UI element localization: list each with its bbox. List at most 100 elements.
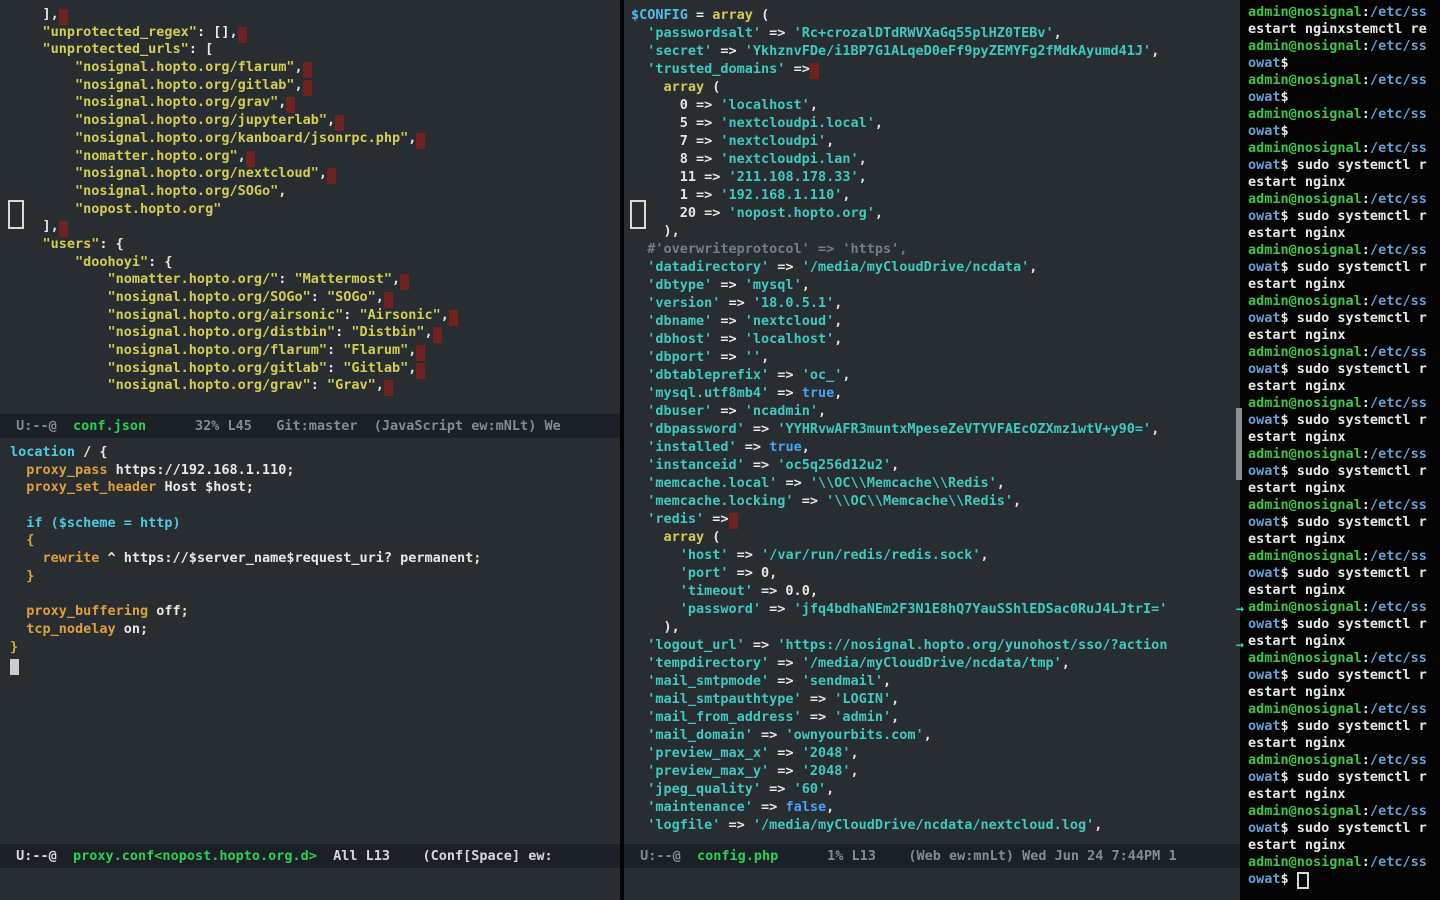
code-line: 'preview_max_y' => '2048', <box>631 762 1247 780</box>
code-line: } <box>10 639 630 657</box>
code-segment: true <box>802 385 835 401</box>
code-line: "nosignal.hopto.org/SOGo", <box>10 183 630 201</box>
code-segment: , <box>408 360 416 376</box>
code-segment: owat <box>1248 616 1281 632</box>
code-segment: : <box>1362 752 1370 768</box>
code-segment: owat <box>1248 463 1281 479</box>
code-segment: : <box>1362 38 1370 54</box>
window-proxy-conf[interactable]: location / { proxy_pass https://192.168.… <box>0 444 630 842</box>
code-segment: , <box>850 763 858 779</box>
code-segment: "nosignal.hopto.org/SOGo" <box>10 183 278 199</box>
code-segment: '211.108.178.33' <box>729 169 859 185</box>
trailing-whitespace-marker <box>327 168 336 184</box>
terminal-scrollbar[interactable] <box>1236 408 1242 480</box>
trailing-whitespace-marker <box>449 310 458 326</box>
code-line: owat$ sudo systemctl r <box>1248 157 1440 174</box>
code-line: 'preview_max_x' => '2048', <box>631 744 1247 762</box>
code-segment: "Airsonic" <box>360 307 441 323</box>
modeline-buffer-name[interactable]: proxy.conf<nopost.hopto.org.d> <box>73 848 317 864</box>
modeline-conf-json[interactable]: U:--@ conf.json 32% L45 Git:master (Java… <box>0 414 620 438</box>
code-line: array ( <box>631 528 1247 546</box>
code-segment: admin@nosignal <box>1248 344 1362 360</box>
code-line: admin@nosignal:/etc/ss <box>1248 599 1440 616</box>
terminal-scrollback[interactable]: admin@nosignal:/etc/ssestart nginxstemct… <box>1244 4 1440 896</box>
emacs-left-pane[interactable]: ], "unprotected_regex": [], "unprotected… <box>0 0 620 900</box>
modeline-proxy-conf[interactable]: U:--@ proxy.conf<nopost.hopto.org.d> All… <box>0 844 620 868</box>
code-segment: $ sudo systemctl r <box>1281 718 1427 734</box>
missing-glyph-box-left <box>8 200 24 229</box>
code-segment: : <box>327 342 343 358</box>
code-segment: : <box>1362 191 1370 207</box>
code-line: "nosignal.hopto.org/kanboard/jsonrpc.php… <box>10 130 630 148</box>
code-segment: 'oc_' <box>802 367 843 383</box>
code-segment: /etc/ss <box>1370 854 1427 870</box>
code-line: admin@nosignal:/etc/ss <box>1248 293 1440 310</box>
code-segment: , <box>834 331 842 347</box>
code-segment: "nosignal.hopto.org/grav" <box>10 94 278 110</box>
code-line: "nosignal.hopto.org/flarum": "Flarum", <box>10 342 630 360</box>
code-line: owat$ sudo systemctl r <box>1248 565 1440 582</box>
code-segment: 'dbtype' <box>631 277 712 293</box>
code-segment: , <box>441 307 449 323</box>
window-config-php[interactable]: $CONFIG = array ( 'passwordsalt' => 'Rc+… <box>624 6 1247 844</box>
code-line: admin@nosignal:/etc/ss <box>1248 4 1440 21</box>
code-line: 'redis' => <box>631 510 1247 528</box>
code-segment: $ sudo systemctl r <box>1281 514 1427 530</box>
trailing-whitespace-marker <box>416 133 425 149</box>
code-segment: => <box>712 349 745 365</box>
trailing-whitespace-marker <box>238 27 247 43</box>
modeline-config-php[interactable]: U:--@ config.php 1% L13 (Web ew:mnLt) We… <box>624 844 1240 868</box>
code-line: 'dbhost' => 'localhost', <box>631 330 1247 348</box>
code-line: 'dbuser' => 'ncadmin', <box>631 402 1247 420</box>
code-segment: owat <box>1248 565 1281 581</box>
code-line: 'installed' => true, <box>631 438 1247 456</box>
code-line: #'overwriteprotocol' => 'https', <box>631 240 1247 258</box>
code-segment: estart nginx <box>1248 174 1346 190</box>
code-line: "nosignal.hopto.org/grav": "Grav", <box>10 377 630 395</box>
code-line: 'tempdirectory' => '/media/myCloudDrive/… <box>631 654 1247 672</box>
code-segment: : <box>311 377 327 393</box>
modeline-buffer-name[interactable]: config.php <box>697 848 778 864</box>
code-segment: 'timeout' <box>631 583 753 599</box>
terminal-pane[interactable]: admin@nosignal:/etc/ssestart nginxstemct… <box>1244 0 1440 900</box>
code-segment: => <box>704 511 728 527</box>
code-segment: : <box>1362 140 1370 156</box>
code-segment: admin@nosignal <box>1248 854 1362 870</box>
code-line: "nomatter.hopto.org/": "Mattermost", <box>10 271 630 289</box>
code-line: 'dbpassword' => 'YYHRvwAFR3muntxMpeseZeV… <box>631 420 1247 438</box>
code-line: 'timeout' => 0.0, <box>631 582 1247 600</box>
code-segment: owat <box>1248 55 1281 71</box>
emacs-middle-pane[interactable]: $CONFIG = array ( 'passwordsalt' => 'Rc+… <box>624 0 1240 900</box>
code-segment: 'password' <box>631 601 761 617</box>
code-segment: estart nginx <box>1248 225 1346 241</box>
code-line: ], <box>10 218 630 236</box>
code-segment: => <box>769 655 802 671</box>
code-segment: : <box>1362 854 1370 870</box>
code-line: array ( <box>631 78 1247 96</box>
code-segment: owat <box>1248 259 1281 275</box>
code-line: proxy_buffering off; <box>10 603 630 621</box>
code-segment: "nosignal.hopto.org/airsonic" <box>10 307 343 323</box>
code-segment: /etc/ss <box>1370 191 1427 207</box>
code-segment: 'YkhznvFDe/i1BP7G1ALqeD0eFf9pyZEMYFg2fMd… <box>745 43 1151 59</box>
code-segment: : <box>1362 548 1370 564</box>
code-segment: $ sudo systemctl r <box>1281 565 1427 581</box>
modeline-buffer-name[interactable]: conf.json <box>73 418 146 434</box>
code-line: "doohoyi": { <box>10 254 630 272</box>
modeline-status: All L13 (Conf[Space] ew: <box>317 848 553 864</box>
window-conf-json[interactable]: ], "unprotected_regex": [], "unprotected… <box>0 6 630 412</box>
code-line: 'datadirectory' => '/media/myCloudDrive/… <box>631 258 1247 276</box>
code-line: admin@nosignal:/etc/ss <box>1248 191 1440 208</box>
code-segment: , <box>834 385 842 401</box>
code-line: 'instanceid' => 'oc5q256d12u2', <box>631 456 1247 474</box>
code-segment: /etc/ss <box>1370 599 1427 615</box>
code-segment: array <box>631 529 704 545</box>
code-segment: "nopost.hopto.org" <box>10 201 221 217</box>
screen: { "palette": { "emacs_bg": "#282d32", "t… <box>0 0 1440 900</box>
code-line: estart nginx <box>1248 735 1440 752</box>
code-segment: : <box>335 324 351 340</box>
code-line: admin@nosignal:/etc/ss <box>1248 242 1440 259</box>
code-segment: 'nextcloudpi.local' <box>720 115 874 131</box>
code-segment: /etc/ss <box>1370 344 1427 360</box>
code-line: owat$ <box>1248 123 1440 140</box>
